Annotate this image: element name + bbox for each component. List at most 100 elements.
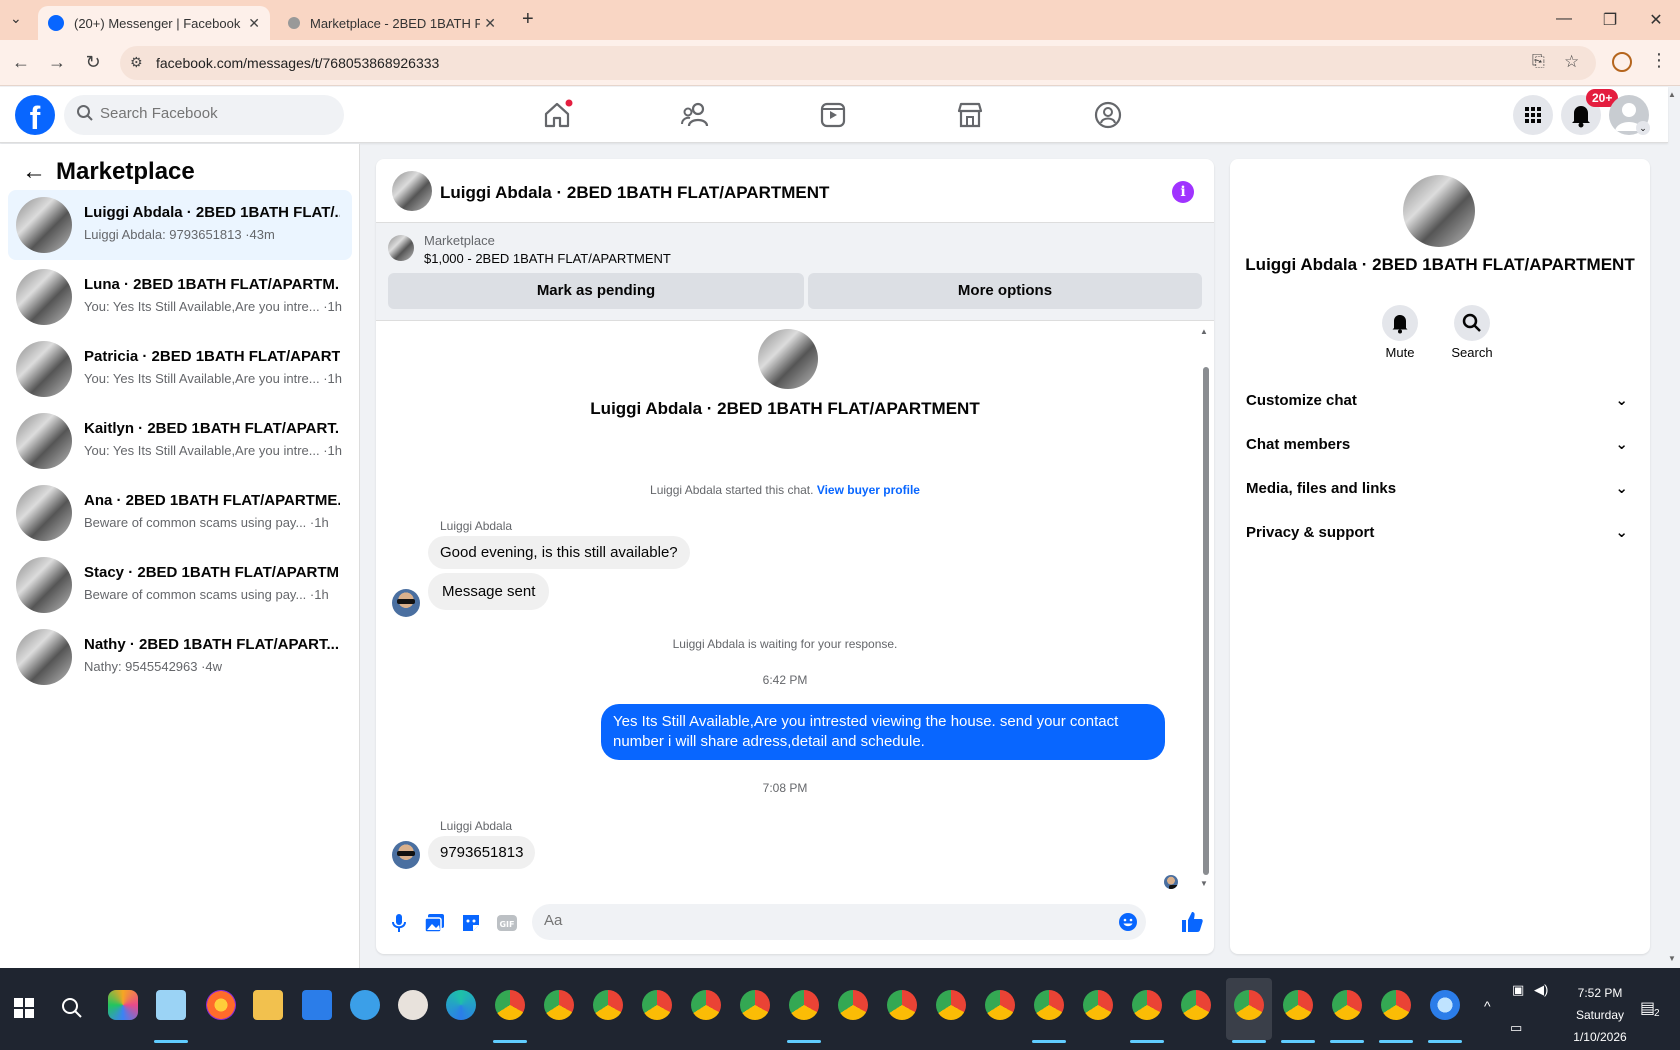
chrome-icon[interactable] xyxy=(1234,990,1264,1020)
camera-icon[interactable]: ▣ xyxy=(1512,982,1524,998)
message-field[interactable] xyxy=(532,904,1146,940)
view-buyer-profile-link[interactable]: View buyer profile xyxy=(817,483,920,497)
scroll-up-icon[interactable]: ▲ xyxy=(1200,327,1208,336)
listing-thumbnail[interactable] xyxy=(388,235,414,261)
home-icon[interactable] xyxy=(541,99,573,131)
close-tab-icon[interactable]: ✕ xyxy=(484,15,496,32)
reload-icon[interactable]: ↻ xyxy=(82,52,104,73)
privacy-support-section[interactable]: Privacy & support ⌄ xyxy=(1246,515,1634,551)
marketplace-icon[interactable] xyxy=(954,99,986,131)
chrome-icon[interactable] xyxy=(1132,990,1162,1020)
install-app-icon[interactable]: ⎘ xyxy=(1532,53,1545,71)
emoji-icon[interactable] xyxy=(1118,912,1138,937)
minimize-icon[interactable]: — xyxy=(1554,10,1574,28)
chrome-icon[interactable] xyxy=(1332,990,1362,1020)
sender-avatar[interactable] xyxy=(392,841,420,869)
list-item[interactable]: Luna · 2BED 1BATH FLAT/APARTM... You: Ye… xyxy=(8,262,352,332)
chrome-icon[interactable] xyxy=(1034,990,1064,1020)
edge-icon[interactable] xyxy=(446,990,476,1020)
more-options-button[interactable]: More options xyxy=(808,273,1202,309)
volume-icon[interactable]: ◀) xyxy=(1534,982,1548,998)
url-box[interactable]: ⚙ facebook.com/messages/t/76805386892633… xyxy=(120,46,1596,80)
browser-app-icon[interactable] xyxy=(1430,990,1460,1020)
chrome-icon[interactable] xyxy=(936,990,966,1020)
forward-arrow-icon[interactable]: → xyxy=(46,52,68,73)
avatar[interactable] xyxy=(392,171,432,211)
customize-chat-section[interactable]: Customize chat ⌄ xyxy=(1246,383,1634,419)
chrome-icon[interactable] xyxy=(985,990,1015,1020)
back-arrow-icon[interactable]: ← xyxy=(22,158,46,186)
back-arrow-icon[interactable]: ← xyxy=(10,52,32,73)
chrome-icon[interactable] xyxy=(495,990,525,1020)
chrome-icon[interactable] xyxy=(838,990,868,1020)
windows-start-icon[interactable] xyxy=(14,998,34,1023)
outgoing-message[interactable]: Yes Its Still Available,Are you intreste… xyxy=(601,704,1165,760)
chrome-icon[interactable] xyxy=(1283,990,1313,1020)
chrome-icon[interactable] xyxy=(642,990,672,1020)
chrome-icon[interactable] xyxy=(1381,990,1411,1020)
search-icon[interactable] xyxy=(60,996,84,1025)
friends-icon[interactable] xyxy=(679,99,711,131)
list-item[interactable]: Nathy · 2BED 1BATH FLAT/APART... Nathy: … xyxy=(8,622,352,692)
site-info-icon[interactable]: ⚙ xyxy=(130,54,143,71)
video-icon[interactable] xyxy=(817,99,849,131)
mute-button[interactable] xyxy=(1382,305,1418,341)
message-input[interactable] xyxy=(544,912,1104,929)
list-item[interactable]: Stacy · 2BED 1BATH FLAT/APARTM... Beware… xyxy=(8,550,352,620)
chrome-icon[interactable] xyxy=(887,990,917,1020)
info-icon[interactable]: i xyxy=(1172,181,1194,203)
thumbs-up-icon[interactable] xyxy=(1180,910,1203,932)
notepad-icon[interactable] xyxy=(156,990,186,1020)
facebook-search[interactable] xyxy=(64,95,344,135)
gif-icon[interactable]: GIF xyxy=(496,912,518,934)
browser-menu-icon[interactable]: ⋮ xyxy=(1650,50,1668,71)
facebook-logo-icon[interactable]: f xyxy=(15,95,55,135)
chrome-icon[interactable] xyxy=(1083,990,1113,1020)
chat-members-section[interactable]: Chat members ⌄ xyxy=(1246,427,1634,463)
tray-chevron-icon[interactable]: ^ xyxy=(1484,998,1491,1014)
tab-marketplace[interactable]: Marketplace - 2BED 1BATH FLA ✕ xyxy=(278,6,506,40)
new-tab-plus-icon[interactable]: + xyxy=(522,8,534,31)
sticker-icon[interactable] xyxy=(460,912,482,934)
sender-avatar[interactable] xyxy=(392,589,420,617)
media-files-links-section[interactable]: Media, files and links ⌄ xyxy=(1246,471,1634,507)
phone-app-icon[interactable] xyxy=(350,990,380,1020)
profile-icon[interactable] xyxy=(1612,52,1632,72)
file-explorer-icon[interactable] xyxy=(253,990,283,1020)
chrome-icon[interactable] xyxy=(740,990,770,1020)
search-input[interactable] xyxy=(100,105,330,122)
chat-title[interactable]: Luiggi Abdala · 2BED 1BATH FLAT/APARTMEN… xyxy=(440,183,829,203)
tab-messenger[interactable]: (20+) Messenger | Facebook ✕ xyxy=(38,6,270,40)
page-scroll-down-icon[interactable]: ▼ xyxy=(1668,954,1676,963)
restore-icon[interactable]: ❐ xyxy=(1600,10,1620,30)
contact-avatar[interactable] xyxy=(758,329,818,389)
chrome-icon[interactable] xyxy=(789,990,819,1020)
list-item[interactable]: Patricia · 2BED 1BATH FLAT/APART... You:… xyxy=(8,334,352,404)
groups-icon[interactable] xyxy=(1092,99,1124,131)
firefox-icon[interactable] xyxy=(206,990,236,1020)
incoming-message[interactable]: 9793651813 xyxy=(428,836,536,869)
scroll-down-icon[interactable]: ▼ xyxy=(1200,879,1208,888)
contact-avatar[interactable] xyxy=(1403,175,1475,247)
mark-as-pending-button[interactable]: Mark as pending xyxy=(388,273,804,309)
tab-list-chevron-icon[interactable]: ⌄ xyxy=(10,10,22,27)
list-item[interactable]: Luiggi Abdala · 2BED 1BATH FLAT/... Luig… xyxy=(8,190,352,260)
chrome-icon[interactable] xyxy=(691,990,721,1020)
menu-grid-button[interactable] xyxy=(1513,95,1553,135)
paint-app-icon[interactable] xyxy=(398,990,428,1020)
chrome-icon[interactable] xyxy=(544,990,574,1020)
chrome-icon[interactable] xyxy=(593,990,623,1020)
notification-center-icon[interactable]: ▤ xyxy=(1640,998,1655,1018)
clock[interactable]: 7:52 PM Saturday 1/10/2026 xyxy=(1560,982,1640,1048)
microphone-icon[interactable] xyxy=(388,912,410,934)
close-window-icon[interactable]: ✕ xyxy=(1646,10,1666,30)
listing-title[interactable]: $1,000 - 2BED 1BATH FLAT/APARTMENT xyxy=(424,251,671,266)
incoming-message[interactable]: Message sent xyxy=(428,573,550,610)
photo-icon[interactable] xyxy=(424,912,446,934)
close-tab-icon[interactable]: ✕ xyxy=(248,15,260,32)
chrome-icon[interactable] xyxy=(1181,990,1211,1020)
bookmark-star-icon[interactable]: ☆ xyxy=(1564,52,1579,72)
network-icon[interactable]: ▭ xyxy=(1510,1020,1522,1036)
scrollbar-thumb[interactable] xyxy=(1203,367,1209,875)
list-item[interactable]: Kaitlyn · 2BED 1BATH FLAT/APART... You: … xyxy=(8,406,352,476)
